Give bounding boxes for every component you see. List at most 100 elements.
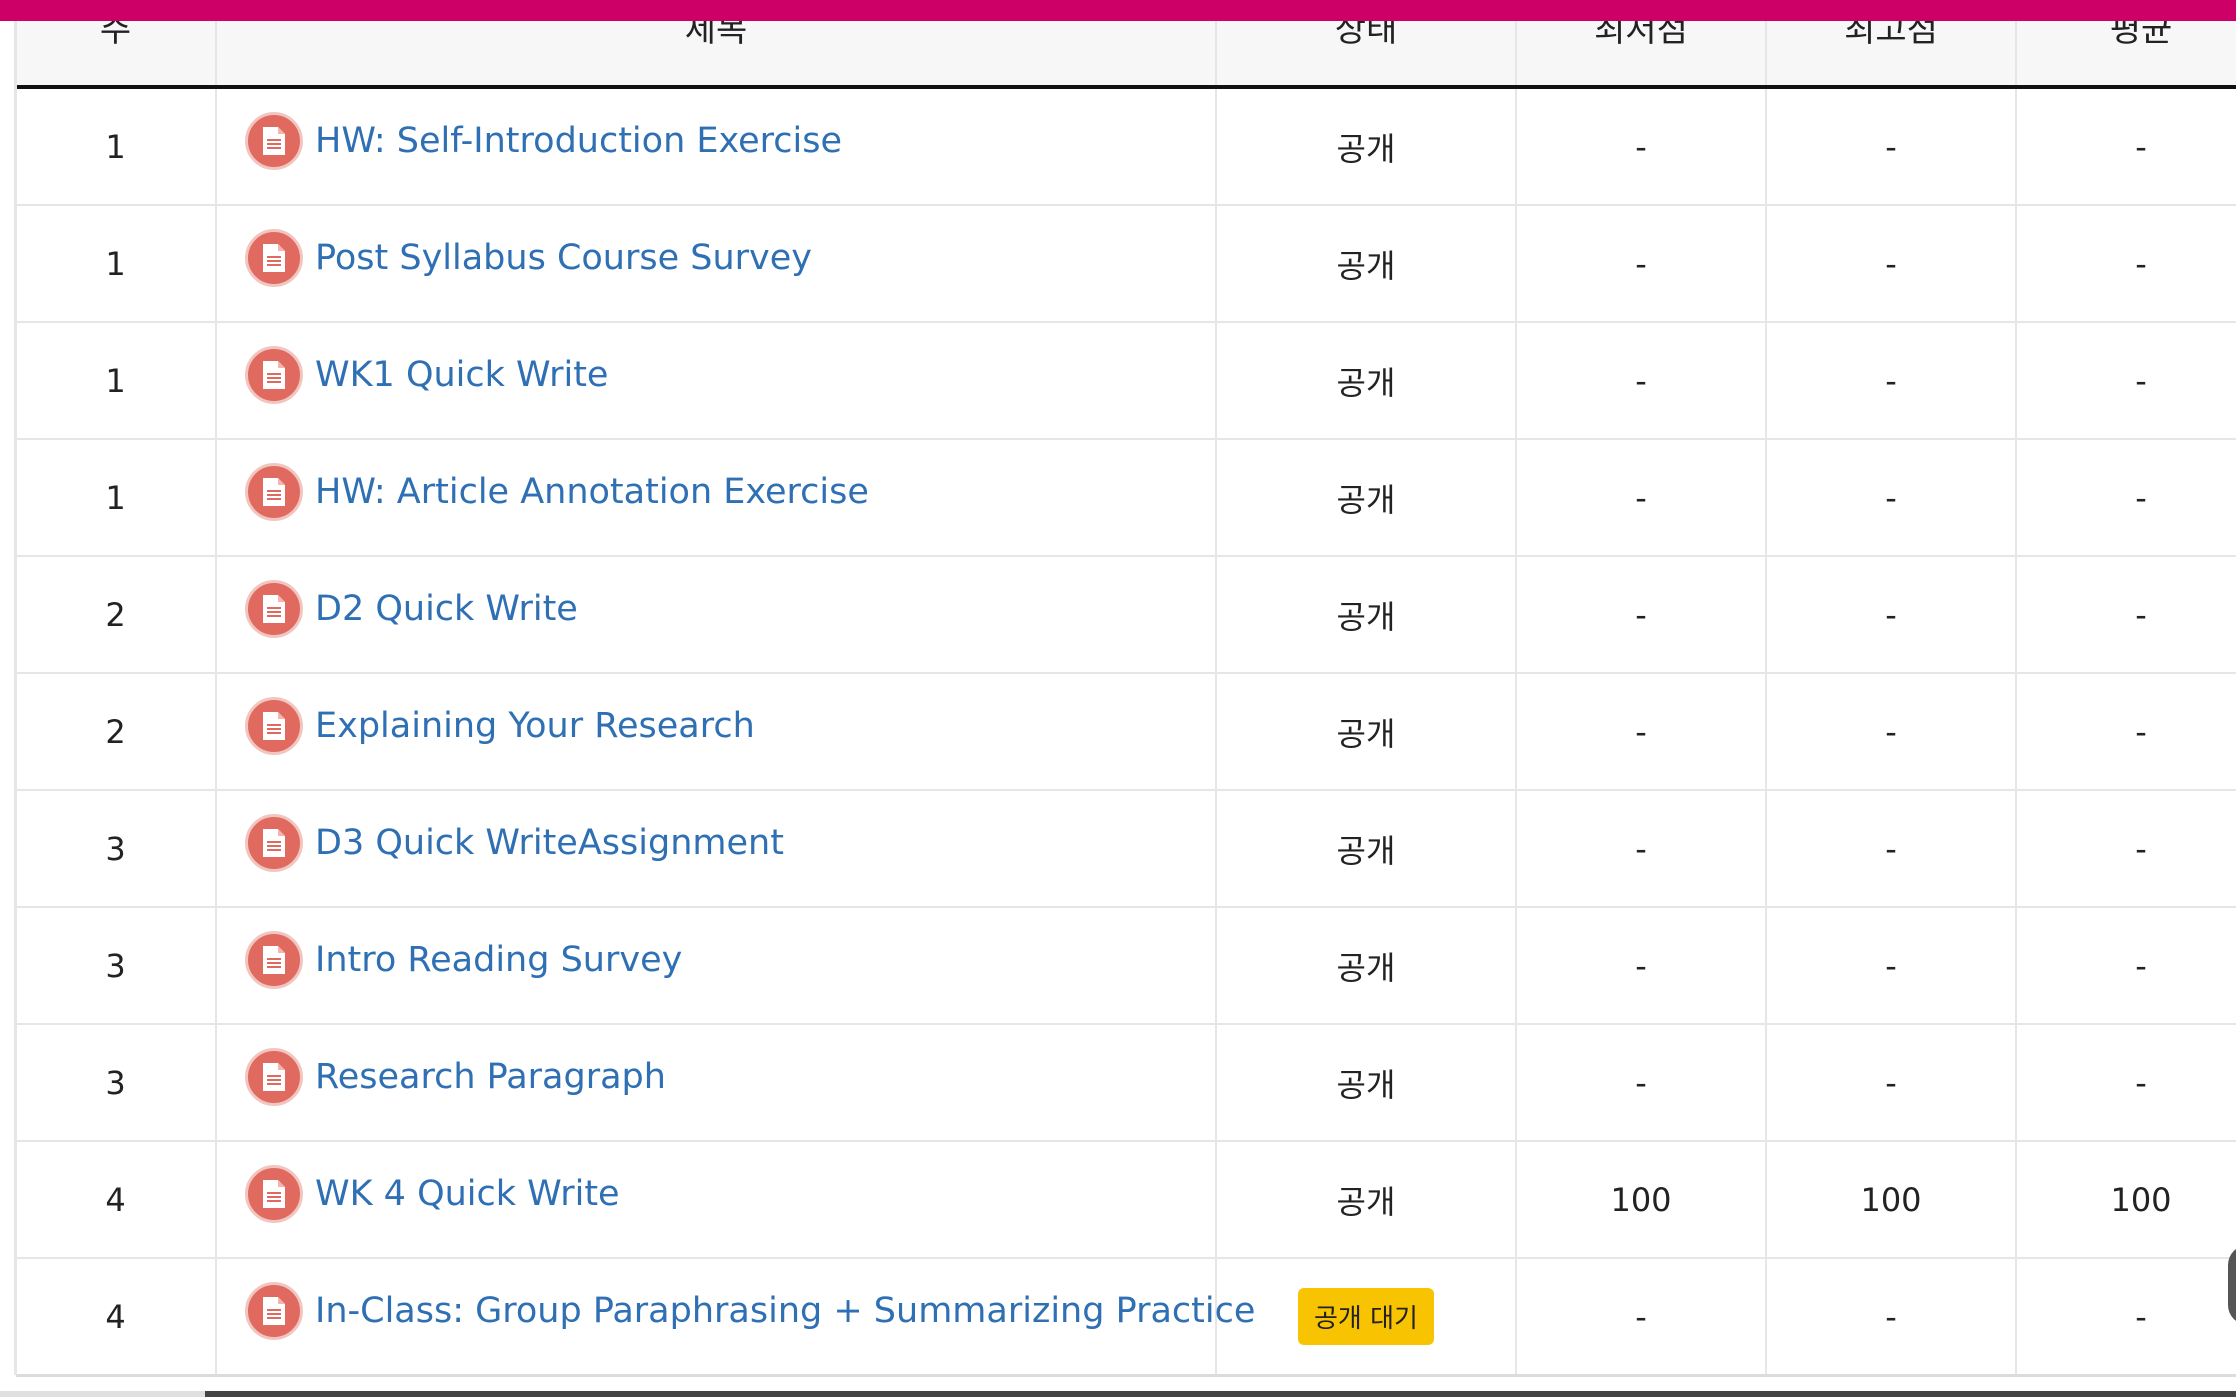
assignment-title-link[interactable]: D3 Quick WriteAssignment — [315, 823, 784, 863]
week-cell: 3 — [16, 1024, 217, 1142]
max-score-cell: - — [1766, 790, 2017, 908]
average-cell: - — [2016, 673, 2236, 791]
max-score-cell: - — [1766, 907, 2017, 1025]
average-cell: - — [2016, 1258, 2236, 1377]
min-score-cell: - — [1516, 87, 1767, 206]
assignment-title-link[interactable]: D2 Quick Write — [315, 589, 578, 629]
min-score-cell: 100 — [1516, 1141, 1767, 1259]
assignment-title-link[interactable]: In-Class: Group Paraphrasing + Summarizi… — [315, 1291, 1255, 1331]
title-wrapper: WK1 Quick Write — [245, 345, 1215, 404]
min-score-cell: - — [1516, 1024, 1767, 1142]
week-cell: 2 — [16, 673, 217, 791]
min-score-cell: - — [1516, 790, 1767, 908]
min-score-cell: - — [1516, 205, 1767, 323]
max-score-cell: - — [1766, 205, 2017, 323]
title-cell: Intro Reading Survey — [216, 907, 1217, 1025]
assignment-table: 주 제목 상태 최저점 최고점 평균 1 HW: Self-Introductio… — [16, 0, 2236, 1377]
max-score-cell: - — [1766, 673, 2017, 791]
document-icon — [245, 1047, 303, 1106]
week-cell: 1 — [16, 87, 217, 206]
status-cell: 공개 — [1216, 673, 1517, 791]
document-icon — [245, 813, 303, 872]
title-wrapper: Explaining Your Research — [245, 696, 1215, 755]
title-wrapper: Post Syllabus Course Survey — [245, 228, 1215, 287]
week-cell: 1 — [16, 322, 217, 440]
average-cell: - — [2016, 790, 2236, 908]
max-score-cell: - — [1766, 322, 2017, 440]
document-icon — [245, 1281, 303, 1340]
document-icon — [245, 462, 303, 521]
assignment-title-link[interactable]: Post Syllabus Course Survey — [315, 238, 812, 278]
status-cell: 공개 대기 — [1216, 1258, 1517, 1377]
week-cell: 3 — [16, 790, 217, 908]
floating-scroll-button[interactable] — [2228, 1245, 2236, 1325]
assignment-title-link[interactable]: WK1 Quick Write — [315, 355, 608, 395]
status-cell: 공개 — [1216, 1024, 1517, 1142]
average-cell: 100 — [2016, 1141, 2236, 1259]
assignment-title-link[interactable]: HW: Self-Introduction Exercise — [315, 121, 842, 161]
title-wrapper: In-Class: Group Paraphrasing + Summarizi… — [245, 1281, 1255, 1340]
max-score-cell: - — [1766, 556, 2017, 674]
status-cell: 공개 — [1216, 907, 1517, 1025]
title-wrapper: D3 Quick WriteAssignment — [245, 813, 1215, 872]
max-score-cell: - — [1766, 1258, 2017, 1377]
table-row: 1 Post Syllabus Course Survey 공개 - - - — [16, 205, 2236, 323]
max-score-cell: - — [1766, 1024, 2017, 1142]
assignment-title-link[interactable]: Explaining Your Research — [315, 706, 755, 746]
average-cell: - — [2016, 556, 2236, 674]
top-accent-bar — [0, 0, 2236, 21]
table-row: 3 D3 Quick WriteAssignment 공개 - - - — [16, 790, 2236, 908]
title-cell: Explaining Your Research — [216, 673, 1217, 791]
title-cell: WK1 Quick Write — [216, 322, 1217, 440]
title-wrapper: HW: Article Annotation Exercise — [245, 462, 1215, 521]
table-row: 1 HW: Self-Introduction Exercise 공개 - - - — [16, 87, 2236, 206]
average-cell: - — [2016, 1024, 2236, 1142]
bottom-scrollbar-track[interactable] — [0, 1391, 2236, 1397]
table-row: 3 Research Paragraph 공개 - - - — [16, 1024, 2236, 1142]
table-row: 4 WK 4 Quick Write 공개 100 100 100 — [16, 1141, 2236, 1259]
table-row: 1 HW: Article Annotation Exercise 공개 - - - — [16, 439, 2236, 557]
title-cell: Post Syllabus Course Survey — [216, 205, 1217, 323]
status-cell: 공개 — [1216, 322, 1517, 440]
table-row: 2 Explaining Your Research 공개 - - - — [16, 673, 2236, 791]
min-score-cell: - — [1516, 907, 1767, 1025]
document-icon — [245, 228, 303, 287]
average-cell: - — [2016, 439, 2236, 557]
table-row: 2 D2 Quick Write 공개 - - - — [16, 556, 2236, 674]
status-cell: 공개 — [1216, 790, 1517, 908]
assignment-title-link[interactable]: Research Paragraph — [315, 1057, 666, 1097]
week-cell: 4 — [16, 1141, 217, 1259]
title-cell: D3 Quick WriteAssignment — [216, 790, 1217, 908]
max-score-cell: - — [1766, 439, 2017, 557]
table-row: 1 WK1 Quick Write 공개 - - - — [16, 322, 2236, 440]
table-row: 3 Intro Reading Survey 공개 - - - — [16, 907, 2236, 1025]
document-icon — [245, 1164, 303, 1223]
min-score-cell: - — [1516, 556, 1767, 674]
assignment-title-link[interactable]: Intro Reading Survey — [315, 940, 682, 980]
document-icon — [245, 345, 303, 404]
week-cell: 1 — [16, 205, 217, 323]
table-row: 4 In-Class: Group Paraphrasing + Summariz… — [16, 1258, 2236, 1377]
title-cell: Research Paragraph — [216, 1024, 1217, 1142]
title-wrapper: D2 Quick Write — [245, 579, 1215, 638]
document-icon — [245, 696, 303, 755]
status-cell: 공개 — [1216, 205, 1517, 323]
max-score-cell: - — [1766, 87, 2017, 206]
assignment-title-link[interactable]: WK 4 Quick Write — [315, 1174, 620, 1214]
max-score-cell: 100 — [1766, 1141, 2017, 1259]
title-cell: D2 Quick Write — [216, 556, 1217, 674]
assignment-title-link[interactable]: HW: Article Annotation Exercise — [315, 472, 869, 512]
min-score-cell: - — [1516, 322, 1767, 440]
average-cell: - — [2016, 87, 2236, 206]
status-cell: 공개 — [1216, 556, 1517, 674]
document-icon — [245, 579, 303, 638]
table-left-border — [14, 0, 17, 1375]
status-cell: 공개 — [1216, 87, 1517, 206]
week-cell: 2 — [16, 556, 217, 674]
week-cell: 4 — [16, 1258, 217, 1377]
table-body: 1 HW: Self-Introduction Exercise 공개 - - -1 Pos… — [16, 87, 2236, 1377]
document-icon — [245, 930, 303, 989]
average-cell: - — [2016, 322, 2236, 440]
title-wrapper: Research Paragraph — [245, 1047, 1215, 1106]
status-cell: 공개 — [1216, 439, 1517, 557]
